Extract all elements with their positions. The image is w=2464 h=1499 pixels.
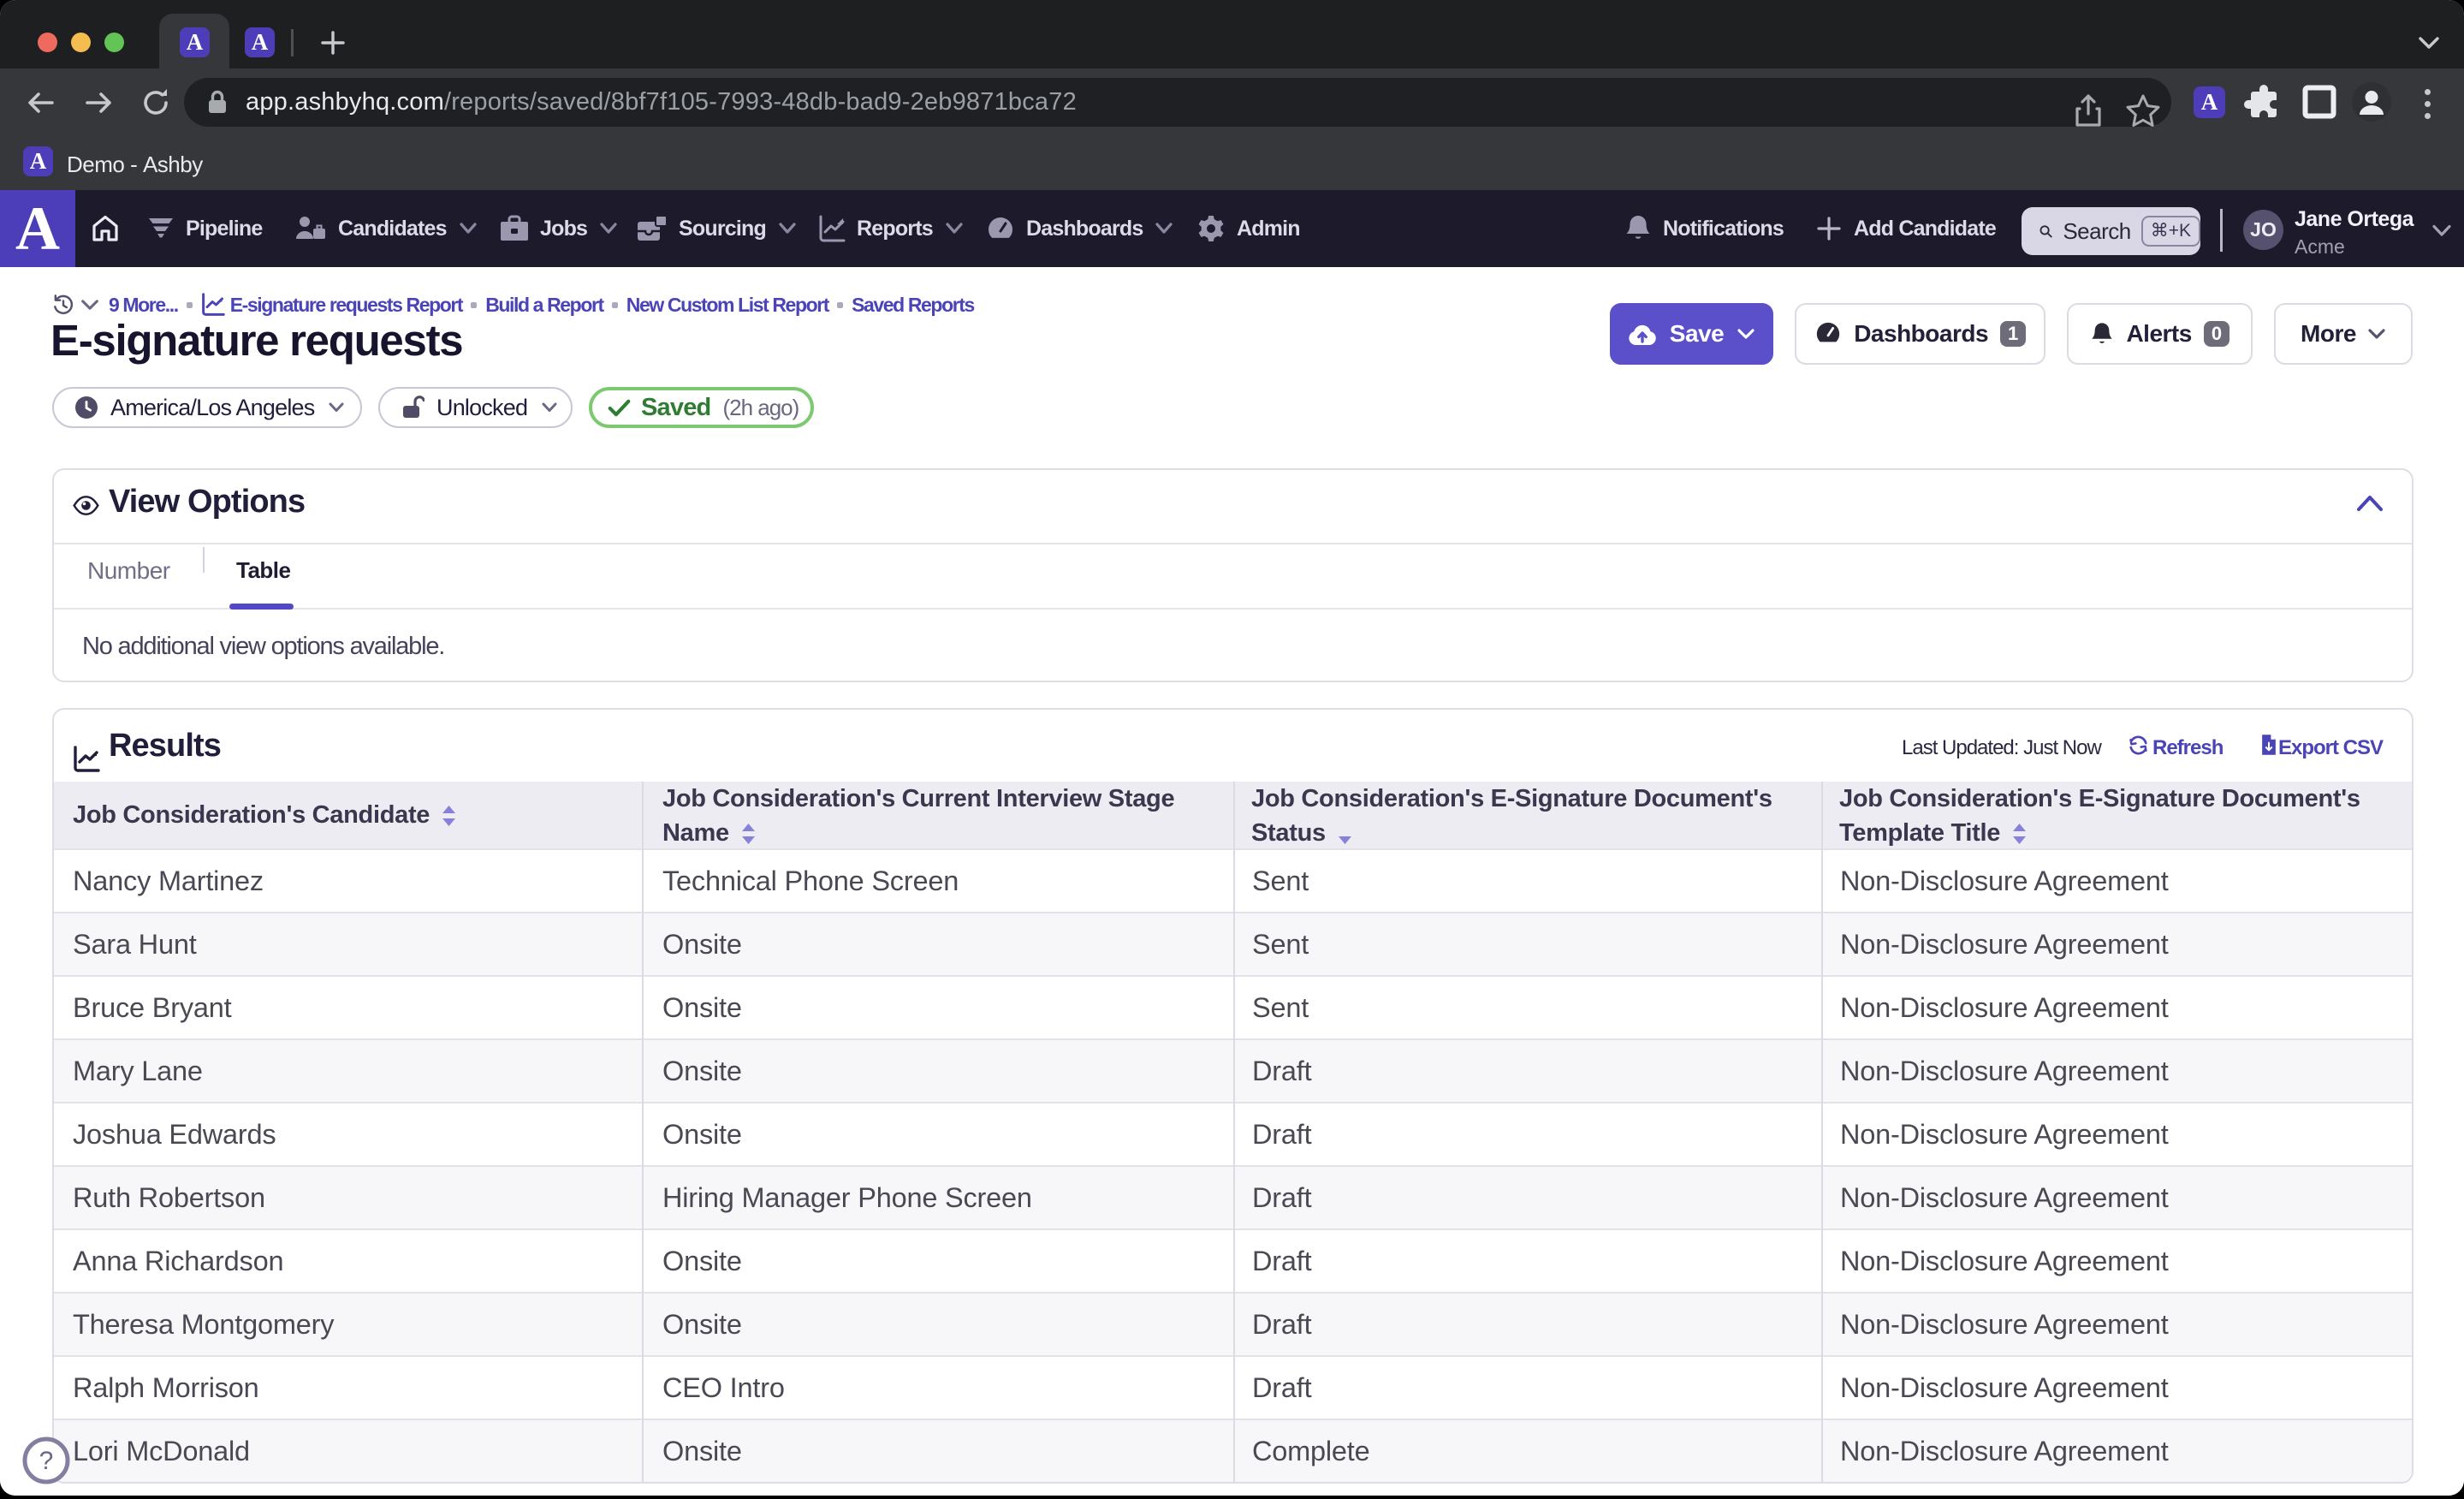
svg-text:?: ? [39, 1447, 54, 1475]
